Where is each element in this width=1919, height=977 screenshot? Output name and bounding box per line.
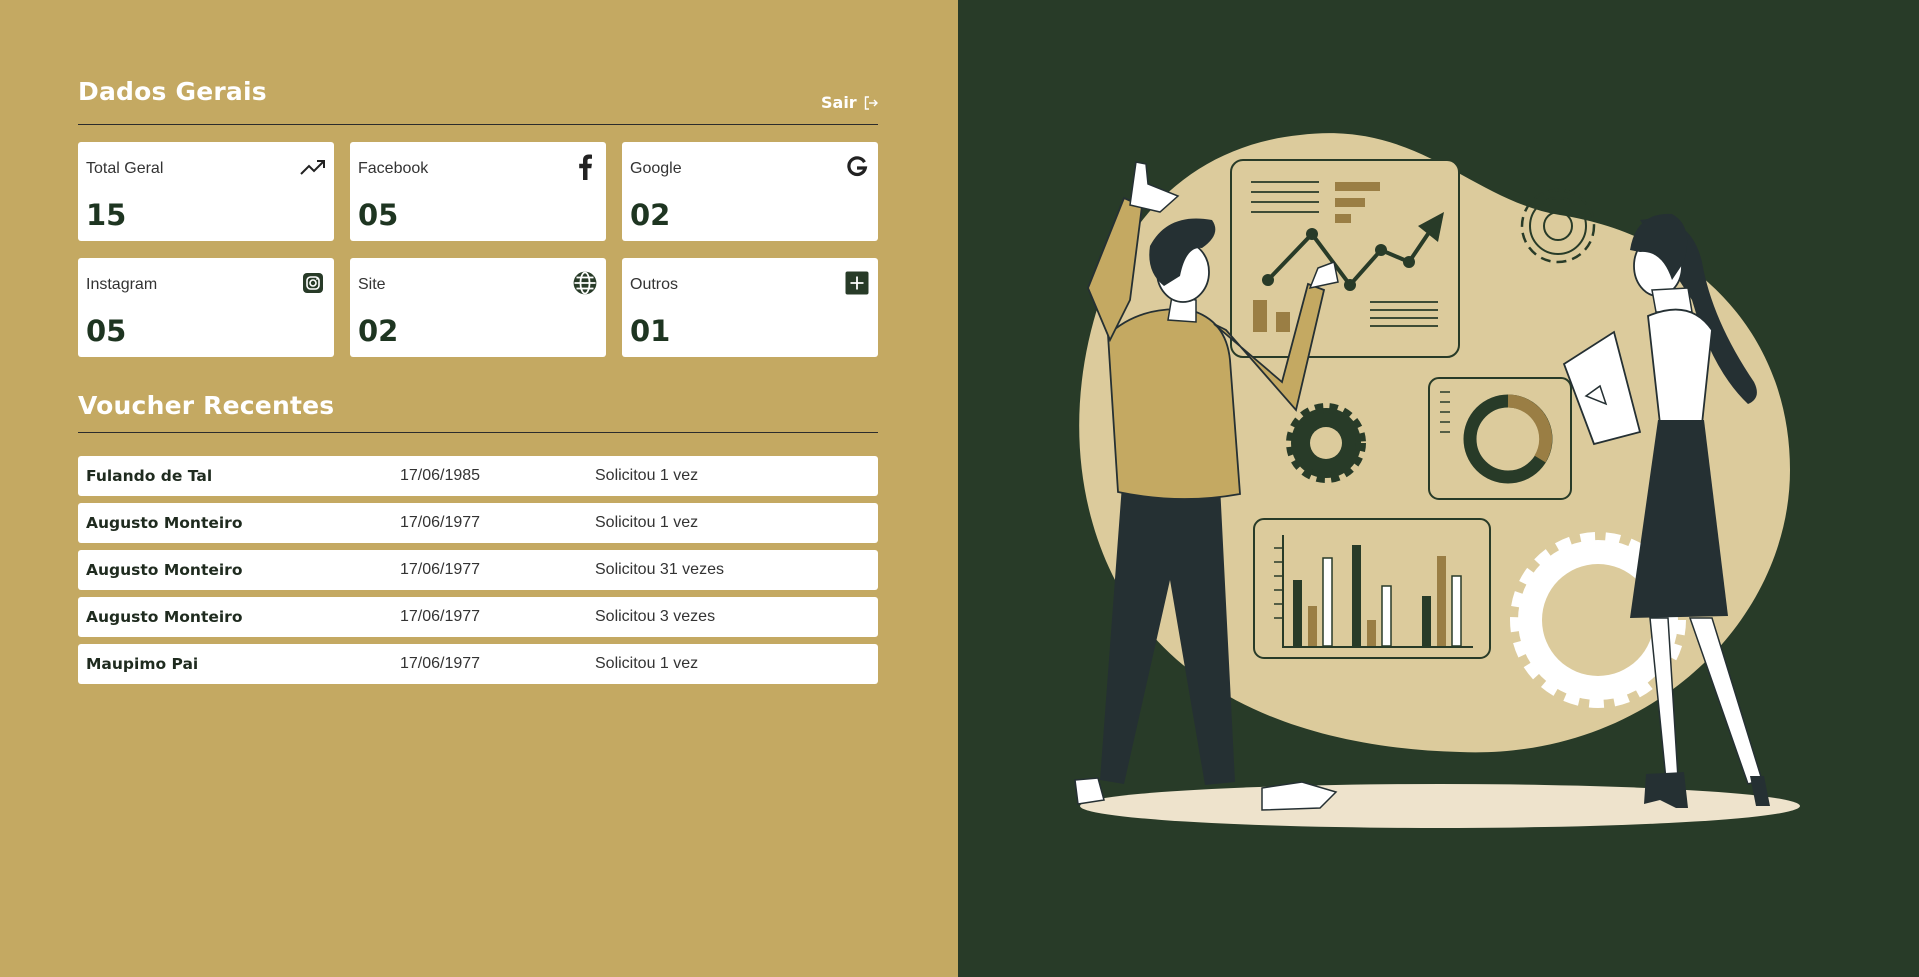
voucher-date: 17/06/1985 — [400, 467, 481, 484]
stat-card-total: Total Geral 15 — [78, 142, 334, 241]
dashboard-panel: Dados Gerais Sair Total Geral 15 Faceboo… — [0, 0, 958, 977]
stat-label: Instagram — [86, 276, 158, 293]
stat-card-outros: Outros 01 — [622, 258, 878, 357]
voucher-date: 17/06/1977 — [400, 561, 481, 578]
voucher-row[interactable]: Maupimo Pai 17/06/1977 Solicitou 1 vez — [78, 644, 878, 684]
illustration-panel — [958, 0, 1919, 977]
facebook-icon — [572, 154, 598, 180]
stat-card-site: Site 02 — [350, 258, 606, 357]
stat-value: 01 — [630, 314, 671, 348]
voucher-requests: Solicitou 1 vez — [595, 514, 699, 531]
analytics-team-illustration — [1074, 133, 1800, 828]
page-title: Dados Gerais — [78, 77, 267, 106]
plus-square-icon — [844, 270, 870, 296]
stat-value: 05 — [358, 198, 399, 232]
stat-label: Facebook — [358, 160, 429, 177]
voucher-name: Augusto Monteiro — [86, 561, 243, 579]
voucher-name: Fulando de Tal — [86, 467, 213, 485]
voucher-date: 17/06/1977 — [400, 655, 481, 672]
title-divider — [78, 124, 878, 125]
stat-label: Total Geral — [86, 160, 164, 177]
globe-icon — [572, 270, 598, 296]
logout-icon — [864, 95, 878, 110]
stat-value: 15 — [86, 198, 127, 232]
voucher-row[interactable]: Augusto Monteiro 17/06/1977 Solicitou 31… — [78, 550, 878, 590]
stat-card-google: Google 02 — [622, 142, 878, 241]
vouchers-title: Voucher Recentes — [78, 391, 335, 420]
stat-label: Site — [358, 276, 386, 293]
instagram-icon — [300, 270, 326, 296]
voucher-requests: Solicitou 31 vezes — [595, 561, 724, 578]
trending-up-icon — [300, 154, 326, 180]
voucher-row[interactable]: Augusto Monteiro 17/06/1977 Solicitou 3 … — [78, 597, 878, 637]
logout-button[interactable]: Sair — [821, 93, 879, 112]
voucher-name: Augusto Monteiro — [86, 514, 243, 532]
stat-card-facebook: Facebook 05 — [350, 142, 606, 241]
stat-label: Google — [630, 160, 682, 177]
stat-value: 02 — [358, 314, 399, 348]
logout-label: Sair — [821, 93, 857, 112]
voucher-name: Maupimo Pai — [86, 655, 199, 673]
voucher-name: Augusto Monteiro — [86, 608, 243, 626]
voucher-row[interactable]: Fulando de Tal 17/06/1985 Solicitou 1 ve… — [78, 456, 878, 496]
stat-value: 05 — [86, 314, 127, 348]
voucher-requests: Solicitou 1 vez — [595, 467, 699, 484]
stat-value: 02 — [630, 198, 671, 232]
voucher-row[interactable]: Augusto Monteiro 17/06/1977 Solicitou 1 … — [78, 503, 878, 543]
voucher-requests: Solicitou 3 vezes — [595, 608, 716, 625]
stat-card-instagram: Instagram 05 — [78, 258, 334, 357]
google-icon — [844, 154, 870, 180]
voucher-requests: Solicitou 1 vez — [595, 655, 699, 672]
voucher-date: 17/06/1977 — [400, 608, 481, 625]
vouchers-divider — [78, 432, 878, 433]
stat-label: Outros — [630, 276, 679, 293]
voucher-date: 17/06/1977 — [400, 514, 481, 531]
